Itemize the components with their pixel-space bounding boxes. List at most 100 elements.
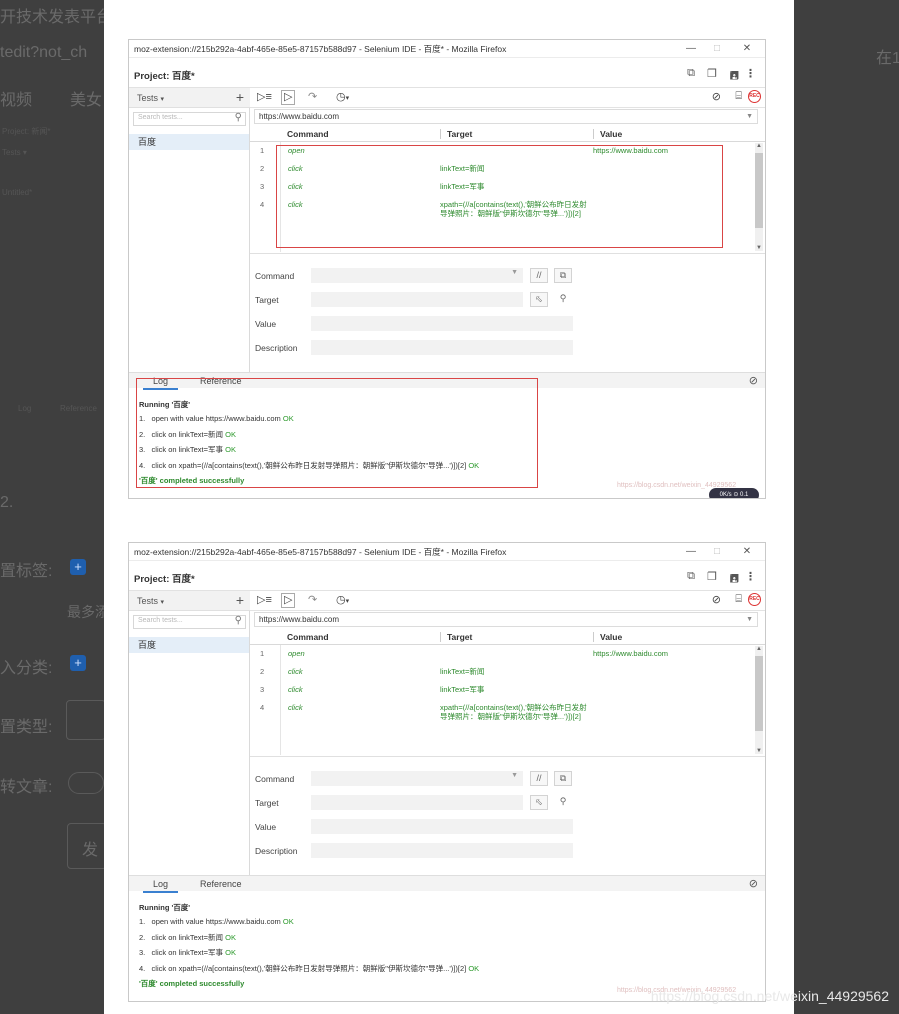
value-field[interactable] (311, 819, 573, 834)
commands-table-header: Command Target Value (250, 631, 765, 645)
row-value: https://www.baidu.com (593, 649, 669, 658)
value-field[interactable] (311, 316, 573, 331)
target-field[interactable] (311, 795, 523, 810)
bg-add-tag-icon: + (70, 559, 86, 575)
tests-header: Tests ▾ + (129, 88, 250, 108)
row-number: 4 (260, 703, 265, 712)
bg-mini-item: Untitled* (2, 188, 33, 197)
value-label: Value (255, 822, 277, 832)
command-editor: Command Target Value Description ▼ // ⧉ ⬁ ⚲ (250, 756, 765, 875)
add-test-button[interactable]: + (236, 89, 244, 105)
new-folder-icon[interactable]: ⧉ (687, 570, 695, 583)
base-url-input[interactable]: https://www.baidu.com ▼ (254, 612, 758, 627)
project-name[interactable]: 百度* (172, 574, 195, 585)
table-scrollbar[interactable]: ▲ ▼ (755, 143, 763, 251)
select-target-icon[interactable]: ⬁ (530, 795, 548, 810)
commands-table: 1 open https://www.baidu.com 2 click linkText… (250, 645, 765, 755)
description-field[interactable] (311, 843, 573, 858)
select-target-icon[interactable]: ⬁ (530, 292, 548, 307)
new-folder-icon[interactable]: ⧉ (687, 67, 695, 80)
kebab-menu-icon[interactable]: ⋮ (745, 67, 756, 80)
open-reference-icon[interactable]: ⧉ (554, 771, 572, 786)
timer-icon[interactable]: ◷▾ (336, 593, 349, 606)
run-all-icon[interactable]: ▷≡ (257, 593, 272, 606)
test-item[interactable]: 百度 (129, 134, 249, 150)
record-icon[interactable]: REC (748, 593, 761, 606)
maximize-button[interactable]: □ (707, 40, 727, 58)
find-target-icon[interactable]: ⚲ (554, 795, 572, 810)
chevron-down-icon: ▼ (511, 269, 518, 276)
commands-table-header: Command Target Value (250, 128, 765, 142)
search-input[interactable]: Search tests... ⚲ (133, 112, 246, 126)
pause-icon[interactable]: ⌸ (735, 593, 742, 606)
selenium-ide-window-2: moz-extension://215b292a-4abf-465e-85e5-… (128, 542, 766, 1002)
open-reference-icon[interactable]: ⧉ (554, 268, 572, 283)
highlight-log-box (136, 378, 538, 488)
target-label: Target (255, 798, 279, 808)
run-all-icon[interactable]: ▷≡ (257, 90, 272, 103)
step-over-icon[interactable]: ↷ (308, 593, 317, 606)
folder-open-icon[interactable]: ❐ (707, 67, 717, 80)
tests-dropdown[interactable]: Tests ▾ (137, 596, 164, 606)
clear-icon[interactable]: ⊘ (749, 877, 758, 890)
find-target-icon[interactable]: ⚲ (554, 292, 572, 307)
step-over-icon[interactable]: ↷ (308, 90, 317, 103)
kebab-menu-icon[interactable]: ⋮ (745, 570, 756, 583)
chevron-down-icon: ▼ (511, 772, 518, 779)
bg-mini-project: Project: 新闻* (2, 127, 51, 136)
maximize-button[interactable]: □ (707, 543, 727, 561)
chevron-down-icon[interactable]: ▼ (755, 748, 763, 754)
test-item[interactable]: 百度 (129, 637, 249, 653)
pause-icon[interactable]: ⌸ (735, 90, 742, 103)
command-field[interactable]: ▼ (311, 771, 523, 786)
bg-repost-toggle (68, 772, 104, 794)
log-complete: '百度' completed successfully (139, 979, 245, 988)
minimize-button[interactable]: — (681, 543, 701, 561)
value-label: Value (255, 319, 277, 329)
log-tabs: Log Reference ⊘ (129, 875, 765, 893)
log-line: 3. click on linkText=军事 OK (139, 948, 236, 957)
add-test-button[interactable]: + (236, 592, 244, 608)
bg-type-select (66, 700, 106, 740)
tests-dropdown[interactable]: Tests ▾ (137, 93, 164, 103)
description-label: Description (255, 846, 298, 856)
log-panel: Running '百度' 1. open with value https://w… (129, 891, 765, 1001)
project-label: Project: 百度* (134, 71, 195, 82)
target-field[interactable] (311, 292, 523, 307)
save-icon[interactable]: 🖪 (730, 67, 739, 86)
command-field[interactable]: ▼ (311, 268, 523, 283)
row-command: click (288, 685, 303, 694)
bg-publish-button: 发 (67, 823, 107, 869)
search-input[interactable]: Search tests... ⚲ (133, 615, 246, 629)
base-url-input[interactable]: https://www.baidu.com ▼ (254, 109, 758, 124)
command-label: Command (255, 774, 295, 784)
target-label: Target (255, 295, 279, 305)
breakpoint-off-icon[interactable]: ⊘ (712, 90, 721, 103)
tab-reference[interactable]: Reference (200, 879, 242, 889)
table-scrollbar[interactable]: ▲ ▼ (755, 646, 763, 754)
folder-open-icon[interactable]: ❐ (707, 570, 717, 583)
description-field[interactable] (311, 340, 573, 355)
bg-url-fragment: tedit?not_ch (0, 44, 88, 61)
save-icon[interactable]: 🖪 (730, 570, 739, 589)
column-value: Value (593, 129, 622, 139)
chevron-up-icon[interactable]: ▲ (755, 143, 763, 149)
breakpoint-off-icon[interactable]: ⊘ (712, 593, 721, 606)
clear-icon[interactable]: ⊘ (749, 374, 758, 387)
bg-nav-beauty: 美女 (70, 92, 103, 109)
tests-sidebar: Tests ▾ + Search tests... ⚲ 百度 (129, 591, 250, 875)
minimize-button[interactable]: — (681, 40, 701, 58)
comment-toggle-button[interactable]: // (530, 268, 548, 283)
close-button[interactable]: ✕ (737, 40, 757, 58)
timer-icon[interactable]: ◷▾ (336, 90, 349, 103)
play-icon[interactable]: ▷ (281, 593, 296, 608)
project-name[interactable]: 百度* (172, 71, 195, 82)
chevron-down-icon[interactable]: ▼ (755, 245, 763, 251)
search-icon: ⚲ (234, 615, 242, 626)
close-button[interactable]: ✕ (737, 543, 757, 561)
play-icon[interactable]: ▷ (281, 90, 296, 105)
comment-toggle-button[interactable]: // (530, 771, 548, 786)
log-line: 2. click on linkText=新闻 OK (139, 933, 236, 942)
chevron-up-icon[interactable]: ▲ (755, 646, 763, 652)
record-icon[interactable]: REC (748, 90, 761, 103)
